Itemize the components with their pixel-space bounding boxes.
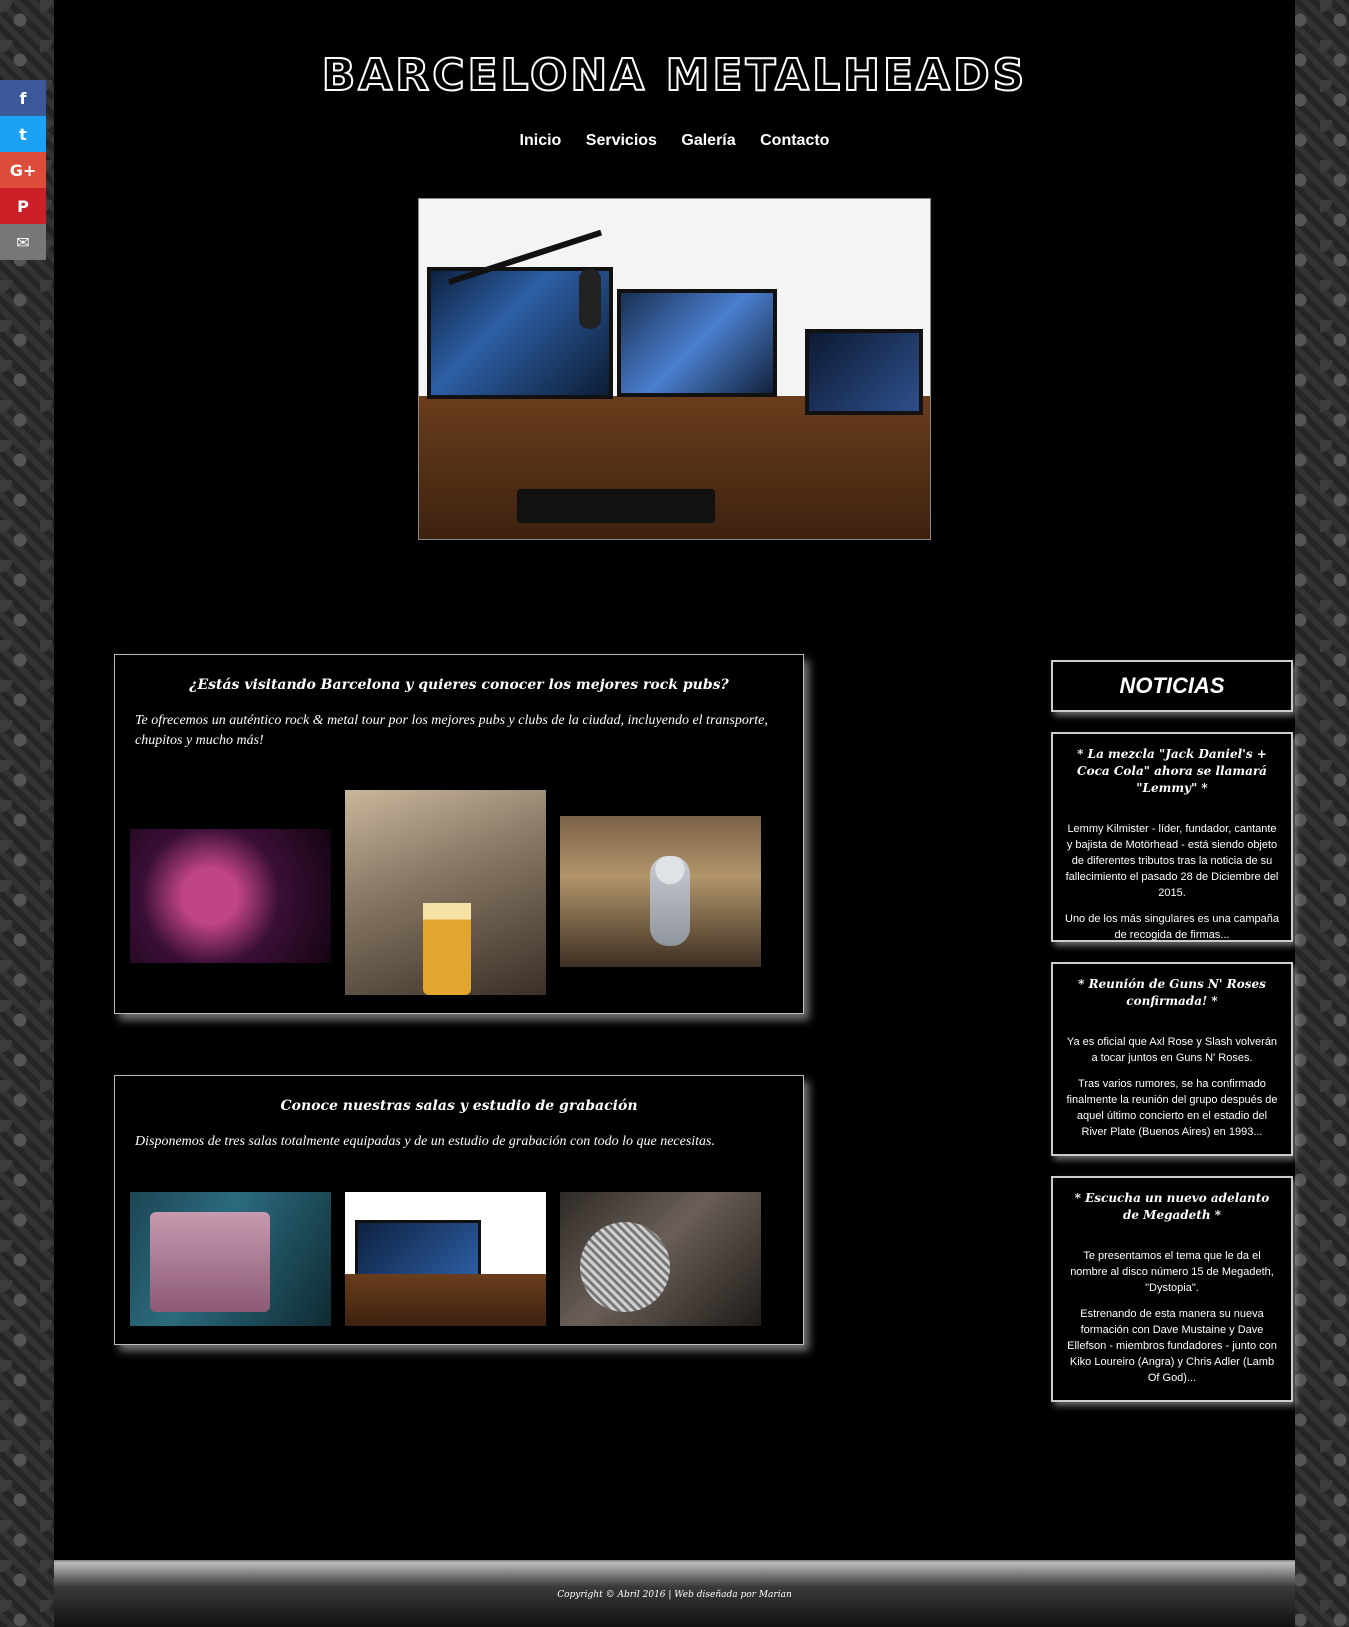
laptop bbox=[805, 329, 923, 415]
gallery-image-studio[interactable] bbox=[345, 1192, 546, 1326]
news-header: NOTICIAS bbox=[1051, 660, 1293, 712]
news-item-title[interactable]: * Escucha un nuevo adelanto de Megadeth … bbox=[1065, 1190, 1279, 1224]
pinterest-icon: P bbox=[17, 196, 29, 216]
news-item-text: Te presentamos el tema que le da el nomb… bbox=[1070, 1250, 1274, 1294]
news-item-title[interactable]: * Reunión de Guns N' Roses confirmada! * bbox=[1065, 976, 1279, 1010]
news-item: * Reunión de Guns N' Roses confirmada! *… bbox=[1051, 962, 1293, 1156]
facebook-share-button[interactable]: f bbox=[0, 80, 46, 116]
gallery-image-shots-bar[interactable] bbox=[130, 829, 331, 963]
hero-studio-image bbox=[418, 198, 931, 540]
nav-item-inicio[interactable]: Inicio bbox=[520, 132, 562, 150]
monitor-right bbox=[617, 289, 777, 397]
gallery-image-skeleton-pub[interactable] bbox=[560, 816, 761, 967]
studio-section-text: Disponemos de tres salas totalmente equi… bbox=[135, 1134, 716, 1149]
news-item-title[interactable]: * La mezcla "Jack Daniel's + Coca Cola" … bbox=[1065, 746, 1279, 797]
studio-section: Conoce nuestras salas y estudio de graba… bbox=[114, 1075, 804, 1345]
footer: Copyright © Abril 2016 | Web diseñada po… bbox=[54, 1560, 1295, 1627]
email-icon: ✉ bbox=[16, 232, 30, 252]
studio-section-title: Conoce nuestras salas y estudio de graba… bbox=[280, 1098, 638, 1114]
pubs-section-text: Te ofrecemos un auténtico rock & metal t… bbox=[135, 713, 768, 748]
google-plus-share-button[interactable]: G+ bbox=[0, 152, 46, 188]
news-item: * Escucha un nuevo adelanto de Megadeth … bbox=[1051, 1176, 1293, 1402]
news-item-text: Lemmy Kilmister - líder, fundador, canta… bbox=[1065, 823, 1279, 899]
email-share-button[interactable]: ✉ bbox=[0, 224, 46, 260]
google-plus-icon: G+ bbox=[9, 160, 37, 180]
news-item-text: Estrenando de esta manera su nueva forma… bbox=[1067, 1308, 1277, 1384]
facebook-icon: f bbox=[19, 88, 27, 108]
site-logo[interactable]: BARCELONA METALHEADS bbox=[54, 49, 1295, 102]
keyboard bbox=[517, 489, 715, 523]
gallery-image-microphone[interactable] bbox=[560, 1192, 761, 1326]
pinterest-share-button[interactable]: P bbox=[0, 188, 46, 224]
news-item-text: Tras varios rumores, se ha confirmado fi… bbox=[1066, 1078, 1278, 1138]
nav-item-galeria[interactable]: Galería bbox=[681, 132, 735, 150]
news-title: NOTICIAS bbox=[1119, 673, 1225, 698]
news-item: * La mezcla "Jack Daniel's + Coca Cola" … bbox=[1051, 732, 1293, 942]
nav-item-servicios[interactable]: Servicios bbox=[586, 132, 657, 150]
pubs-section: ¿Estás visitando Barcelona y quieres con… bbox=[114, 654, 804, 1014]
social-share-bar: f t G+ P ✉ bbox=[0, 80, 46, 260]
news-item-text: Ya es oficial que Axl Rose y Slash volve… bbox=[1066, 1036, 1278, 1064]
page-container: BARCELONA METALHEADS Inicio Servicios Ga… bbox=[54, 0, 1295, 1627]
main-nav: Inicio Servicios Galería Contacto bbox=[54, 132, 1295, 150]
twitter-share-button[interactable]: t bbox=[0, 116, 46, 152]
gallery-image-beer-tap[interactable] bbox=[345, 790, 546, 995]
gallery-image-amplifier[interactable] bbox=[130, 1192, 331, 1326]
pubs-section-title: ¿Estás visitando Barcelona y quieres con… bbox=[189, 677, 729, 693]
microphone bbox=[579, 269, 601, 329]
nav-item-contacto[interactable]: Contacto bbox=[760, 132, 829, 150]
copyright-text: Copyright © Abril 2016 | Web diseñada po… bbox=[557, 1590, 792, 1600]
news-item-text: Uno de los más singulares es una campaña… bbox=[1065, 913, 1280, 941]
twitter-icon: t bbox=[19, 124, 27, 144]
